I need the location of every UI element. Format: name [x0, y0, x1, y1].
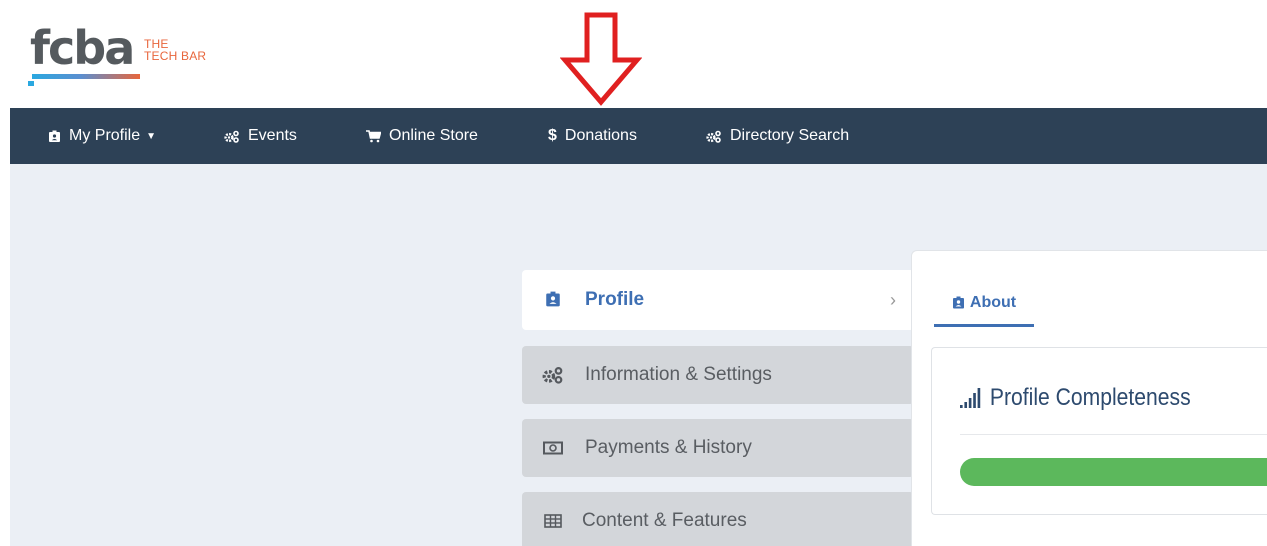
profile-completeness-progress-bar [960, 458, 1267, 486]
nav-label-online-store: Online Store [389, 127, 478, 144]
nav-item-donations[interactable]: $ Donations [548, 108, 637, 164]
sidebar-item-information-settings[interactable]: Information & Settings [522, 346, 914, 404]
gears-icon [706, 130, 722, 143]
tab-about-label: About [969, 293, 1017, 311]
sidebar-item-label: Information & Settings [585, 364, 772, 385]
sidebar-item-payments-history[interactable]: Payments & History [522, 419, 914, 477]
id-badge-icon [542, 289, 564, 309]
site-header: fcba THE TECH BAR [0, 0, 1267, 108]
card-title-text: Profile Completeness [989, 384, 1191, 411]
card-title: Profile Completeness [960, 384, 1191, 412]
sidebar-item-profile[interactable]: Profile › [522, 270, 914, 330]
sidebar-item-label: Content & Features [582, 510, 747, 531]
id-badge-icon [952, 296, 965, 309]
logo-underline [32, 74, 140, 79]
nav-label-my-profile: My Profile [69, 127, 141, 144]
cart-icon [366, 129, 381, 143]
money-icon [542, 438, 564, 458]
gears-icon [542, 365, 564, 385]
table-icon [542, 511, 564, 531]
caret-down-icon: ▼ [146, 130, 157, 142]
main-nav: My Profile ▼ Events Online Store $ Donat… [10, 108, 1267, 164]
divider [960, 434, 1267, 435]
id-badge-icon [48, 130, 61, 143]
nav-item-directory-search[interactable]: Directory Search [706, 108, 849, 164]
logo-tagline-line2: TECH BAR [144, 49, 207, 63]
nav-label-events: Events [248, 127, 297, 144]
red-down-arrow-annotation [560, 12, 642, 106]
logo-tagline: THE TECH BAR [144, 38, 206, 62]
logo-underline-accent [28, 81, 34, 86]
dollar-icon: $ [548, 127, 557, 144]
signal-bars-icon [960, 388, 983, 408]
nav-item-events[interactable]: Events [224, 108, 297, 164]
sidebar-item-label: Profile [585, 289, 645, 310]
profile-completeness-card: Profile Completeness [931, 347, 1267, 515]
profile-panel: About Profile Completeness [911, 250, 1267, 546]
nav-item-my-profile[interactable]: My Profile ▼ [48, 108, 156, 164]
logo-wordmark: fcba [30, 21, 135, 75]
nav-label-directory-search: Directory Search [730, 127, 850, 144]
gears-icon [224, 130, 240, 143]
fcba-logo[interactable]: fcba THE TECH BAR [28, 22, 228, 92]
nav-item-online-store[interactable]: Online Store [366, 108, 478, 164]
nav-label-donations: Donations [564, 127, 637, 144]
sidebar-item-content-features[interactable]: Content & Features [522, 492, 914, 546]
page-content: Profile › Information & Settings Payment… [10, 164, 1267, 546]
chevron-right-icon: › [890, 289, 896, 310]
tab-about[interactable]: About [934, 281, 1034, 327]
sidebar-item-label: Payments & History [585, 437, 752, 458]
